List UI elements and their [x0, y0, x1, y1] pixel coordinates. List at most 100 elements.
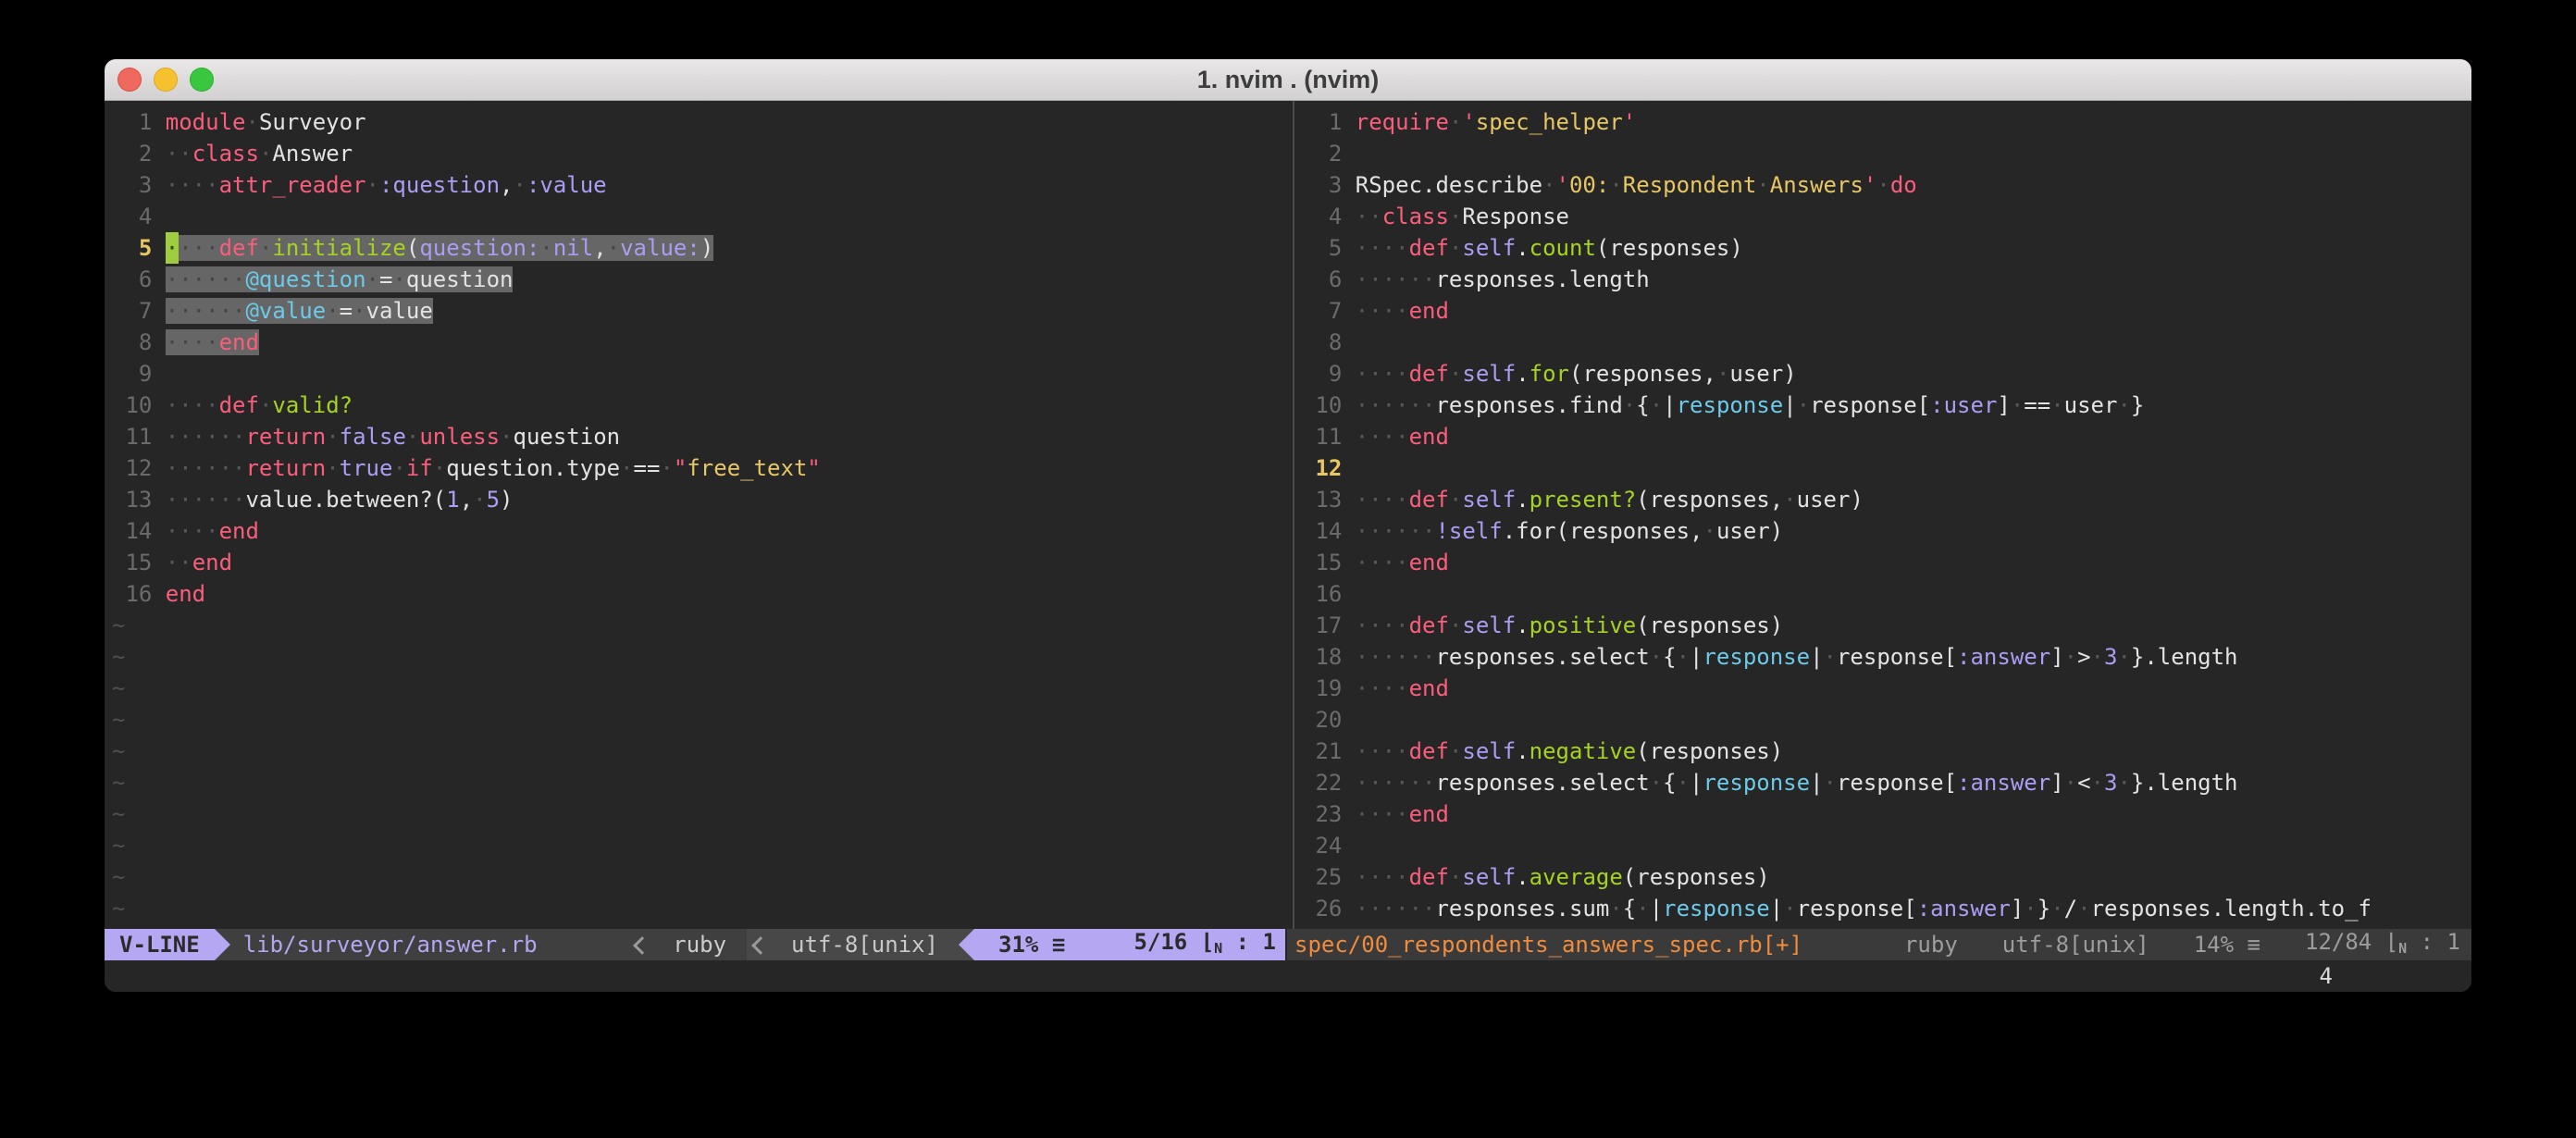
token: .	[1516, 864, 1529, 890]
token: ·	[1876, 172, 1889, 198]
token: ·	[1783, 487, 1796, 513]
token: ····	[166, 172, 219, 198]
token: negative	[1530, 738, 1637, 764]
code-line: 6······@question·=·question	[112, 264, 1293, 295]
code-line: 5····def·self.count(responses)	[1302, 232, 2471, 264]
empty-line-tilde: ~	[112, 612, 125, 638]
token: '	[1462, 109, 1475, 135]
zoom-icon[interactable]	[190, 68, 214, 92]
statusline-inactive: spec/00_respondents_answers_spec.rb[+] r…	[1287, 929, 2471, 960]
code-line: 9	[112, 358, 1293, 390]
token: 3	[2104, 770, 2117, 796]
token: ·	[2091, 644, 2104, 670]
token: ·	[259, 392, 272, 418]
powerline-arrow-icon	[959, 929, 974, 960]
token: =	[379, 266, 392, 292]
code-line: 2	[1302, 138, 2471, 169]
statusline-active: V-LINE lib/surveyor/answer.rb ruby utf-8…	[105, 929, 1285, 960]
line-number: 16	[112, 578, 152, 610]
line-number: 13	[1302, 484, 1342, 515]
token: responses.find	[1435, 392, 1622, 418]
powerline-arrow-icon	[215, 929, 230, 960]
code-line: 5····def·initialize(question:·nil,·value…	[112, 232, 1293, 264]
token: ··	[166, 550, 192, 575]
token: ······	[166, 266, 246, 292]
editor-pane-answer-rb[interactable]: 1module·Surveyor2··class·Answer3····attr…	[105, 101, 1293, 929]
line-number: 11	[1302, 421, 1342, 452]
token: :answer	[1917, 896, 2011, 922]
titlebar[interactable]: 1. nvim . (nvim)	[105, 59, 2471, 101]
token: ·	[1449, 109, 1462, 135]
token: }.length	[2131, 644, 2238, 670]
token: ······	[166, 298, 246, 324]
token: ··	[166, 141, 192, 167]
token: user	[2064, 392, 2118, 418]
visual-selection: ····end	[166, 329, 259, 355]
code-line: 10····def·valid?	[112, 390, 1293, 421]
token: |	[1650, 896, 1663, 922]
code-line: 10······responses.find·{·|response|·resp…	[1302, 390, 2471, 421]
token: false	[340, 424, 406, 450]
token: |	[1810, 770, 1823, 796]
code-line: ~	[112, 610, 1293, 641]
token: ·	[1623, 392, 1636, 418]
window-title: 1. nvim . (nvim)	[1197, 66, 1380, 94]
token: end	[1409, 298, 1449, 324]
token: ·	[1783, 896, 1796, 922]
token: ·	[2064, 770, 2077, 796]
line-number: 15	[112, 547, 152, 578]
token: ·	[2117, 392, 2130, 418]
token: ·	[245, 109, 258, 135]
token: ·	[1650, 644, 1663, 670]
token: RSpec.describe	[1356, 172, 1542, 198]
token: @question	[245, 266, 365, 292]
token: ·	[2117, 644, 2130, 670]
code-line: 15····end	[1302, 547, 2471, 578]
token: |	[1690, 770, 1703, 796]
token: "	[807, 455, 820, 481]
token: ··	[1356, 204, 1382, 229]
pending-command-count: 4	[2320, 960, 2333, 992]
position-segment: 31% ≡ 5/16 ⌊N : 1	[974, 929, 1285, 960]
token: <	[2077, 770, 2090, 796]
line-number: 23	[1302, 798, 1342, 830]
token: "	[674, 455, 687, 481]
token: ·	[500, 424, 513, 450]
token: ····	[1356, 675, 1409, 701]
token: responses.select	[1435, 644, 1649, 670]
command-line[interactable]: 4	[105, 960, 2471, 992]
token: ····	[1356, 801, 1409, 827]
token: ·	[1609, 172, 1622, 198]
token: }.length	[2131, 770, 2238, 796]
code-line: 22······responses.select·{·|response|·re…	[1302, 767, 2471, 798]
token: ·	[2011, 392, 2024, 418]
token: def	[1409, 612, 1449, 638]
token: value:	[620, 235, 700, 261]
close-icon[interactable]	[118, 68, 142, 92]
token: question	[406, 266, 514, 292]
token: ·	[1449, 235, 1462, 261]
token: ,	[460, 487, 473, 513]
line-number-icon: ⌊N	[1201, 929, 1222, 955]
token: ····	[1356, 298, 1409, 324]
code-line: 20	[1302, 704, 2471, 736]
minimize-icon[interactable]	[154, 68, 178, 92]
line-number: 8	[112, 327, 152, 358]
editor-pane-spec-rb[interactable]: 1require·'spec_helper'23RSpec.describe·'…	[1294, 101, 2471, 929]
scroll-percent: 31% ≡	[998, 929, 1065, 960]
token: ,	[593, 235, 606, 261]
visual-selection: ···def·initialize(question:·nil,·value:)	[179, 235, 713, 261]
token: value.between?(	[245, 487, 446, 513]
token: self	[1462, 487, 1516, 513]
token: (	[406, 235, 419, 261]
token: ·	[1449, 612, 1462, 638]
line-number: 15	[1302, 547, 1342, 578]
token: ····	[1356, 424, 1409, 450]
token: user)	[1716, 518, 1783, 544]
token: /	[2064, 896, 2077, 922]
token: initialize	[272, 235, 406, 261]
token: ·	[1824, 644, 1837, 670]
token: ·	[2117, 770, 2130, 796]
token: {	[1663, 770, 1676, 796]
token: end	[1409, 424, 1449, 450]
